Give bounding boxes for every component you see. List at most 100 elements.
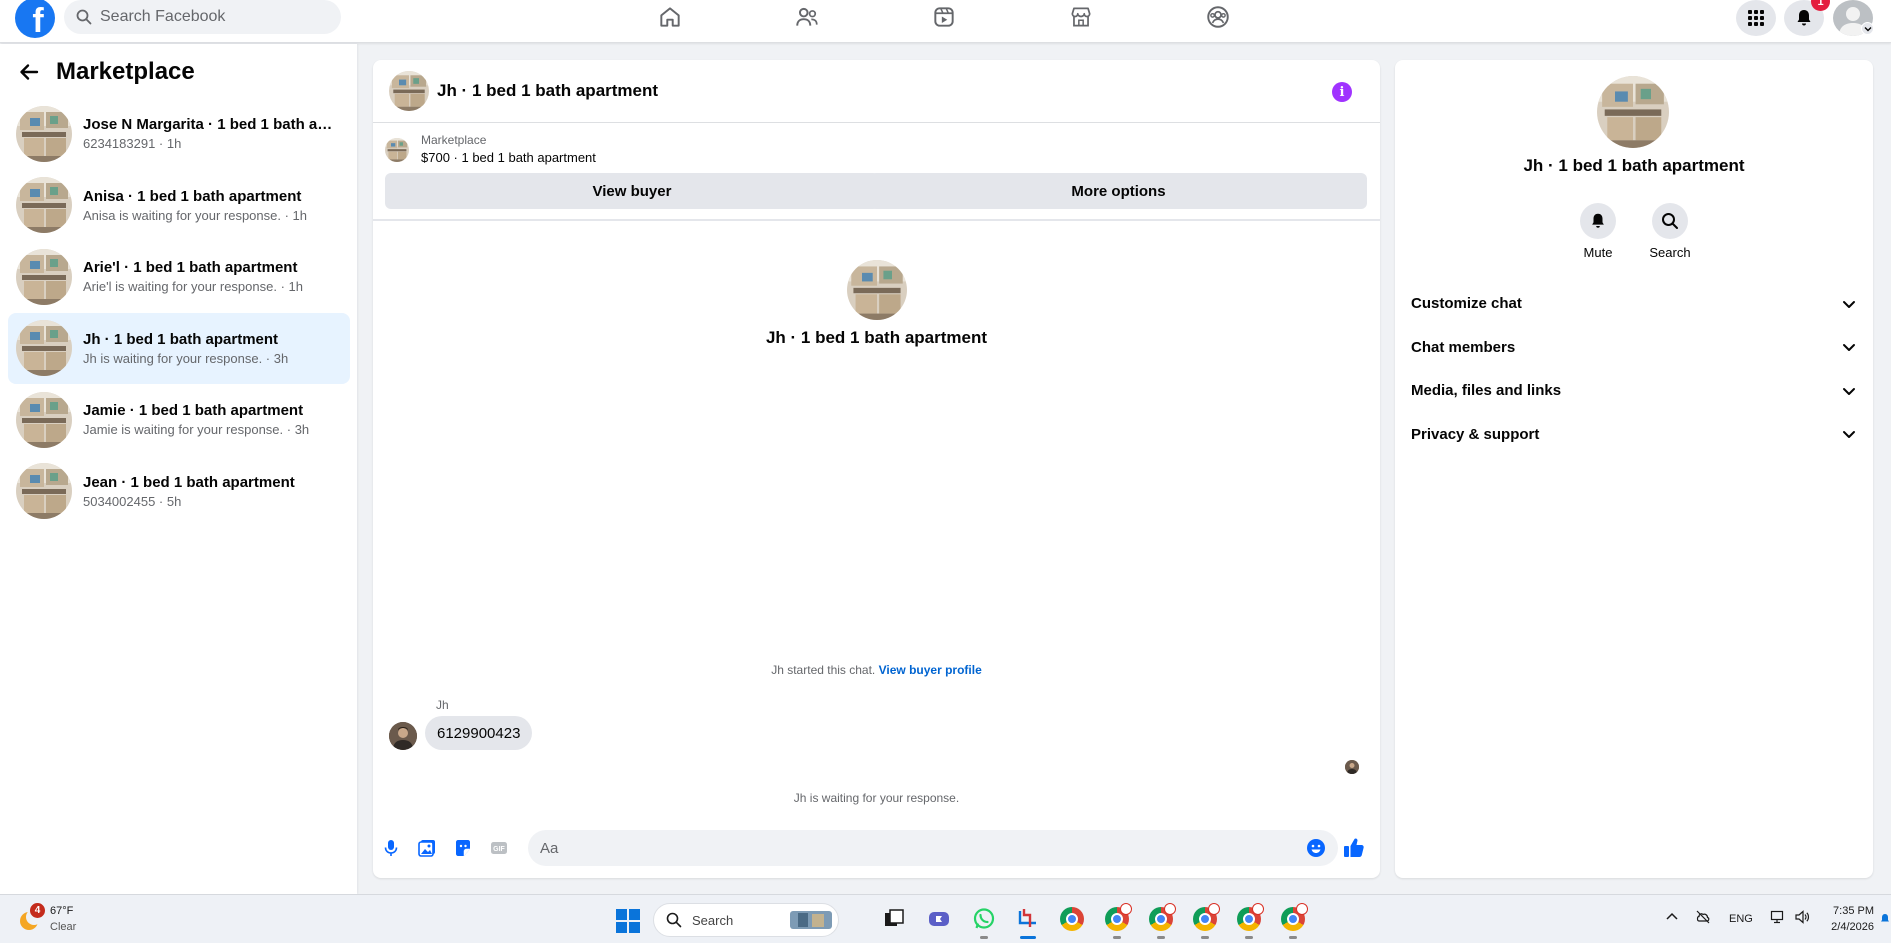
conversation-item[interactable]: Jamie · 1 bed 1 bath apartment Jamie is w… (8, 384, 350, 456)
taskbar-search[interactable]: Search (653, 903, 839, 937)
nav-groups-button[interactable] (1198, 0, 1238, 34)
chat-header-thumbnail[interactable] (389, 71, 429, 111)
section-label: Chat members (1411, 338, 1516, 356)
chrome-icon (1237, 903, 1264, 931)
search-icon (666, 912, 682, 928)
emoji-icon[interactable] (1306, 838, 1326, 858)
conversation-subtitle: Anisa is waiting for your response. · 1h (83, 207, 307, 223)
chrome-app-button[interactable] (1058, 905, 1086, 933)
message-bubble[interactable]: 6129900423 (425, 716, 533, 750)
chrome-profile-app-button[interactable] (1235, 903, 1264, 939)
sender-avatar[interactable] (389, 722, 417, 750)
svg-text:GIF: GIF (493, 846, 505, 853)
cloud-off-icon (1696, 910, 1710, 924)
chevron-down-icon (1843, 300, 1855, 308)
show-hidden-icons-button[interactable] (1664, 909, 1680, 928)
waiting-response-notice: Jh is waiting for your response. (793, 791, 960, 805)
menu-button[interactable] (1736, 0, 1776, 36)
notification-center-icon[interactable] (1880, 913, 1890, 925)
thumbs-up-icon[interactable] (1342, 836, 1366, 860)
conversation-item[interactable]: Anisa · 1 bed 1 bath apartment Anisa is w… (8, 170, 350, 242)
account-menu-chevron[interactable] (1861, 22, 1874, 35)
chrome-profile-app-button[interactable] (1191, 903, 1220, 939)
search-icon (76, 9, 92, 25)
sticker-button[interactable] (448, 830, 478, 866)
video-icon (934, 7, 954, 27)
chrome-profile-app-button[interactable] (1279, 903, 1308, 939)
back-arrow-icon[interactable] (18, 61, 40, 83)
chat-header: Jh · 1 bed 1 bath apartment i (373, 60, 1380, 123)
chrome-icon (1281, 903, 1308, 931)
more-options-button[interactable]: More options (870, 173, 1367, 209)
task-view-button[interactable] (880, 905, 908, 933)
chat-panel: Jh · 1 bed 1 bath apartment i Marketplac… (373, 60, 1380, 878)
search-in-conversation-action[interactable]: Search (1640, 203, 1700, 260)
nav-video-button[interactable] (924, 0, 964, 34)
listing-info[interactable]: Marketplace $700 · 1 bed 1 bath apartmen… (385, 133, 596, 165)
chat-members-section[interactable]: Chat members (1403, 326, 1865, 370)
privacy-support-section[interactable]: Privacy & support (1403, 413, 1865, 457)
snipping-tool-app-button[interactable] (1014, 905, 1042, 939)
language-indicator[interactable]: ENG (1729, 913, 1753, 925)
windows-taskbar: 4 67°F Clear Search ENG 7:35 PM 2/4/2026 (0, 894, 1891, 943)
weather-widget[interactable]: 4 67°F Clear (16, 903, 76, 935)
chrome-profile-app-button[interactable] (1103, 903, 1132, 939)
chrome-icon (1149, 903, 1176, 931)
gif-button[interactable]: GIF (484, 830, 514, 866)
conversation-title: Arie'l · 1 bed 1 bath apartment (83, 259, 298, 277)
customize-chat-section[interactable]: Customize chat (1403, 282, 1865, 326)
top-navigation-bar: f 1 (0, 0, 1891, 43)
marketplace-inbox-sidebar: Marketplace Jose N Margarita · 1 bed 1 b… (0, 44, 357, 894)
photo-icon (418, 840, 435, 857)
nav-home-button[interactable] (650, 0, 690, 34)
notifications-button[interactable]: 1 (1784, 0, 1830, 36)
monitor-network-icon (1770, 910, 1784, 924)
view-buyer-button[interactable]: View buyer (385, 173, 879, 209)
chevron-up-icon (1666, 912, 1678, 920)
snipping-tool-icon (1018, 909, 1036, 927)
whatsapp-app-button[interactable] (970, 905, 998, 939)
listing-banner: Marketplace $700 · 1 bed 1 bath apartmen… (373, 123, 1380, 221)
marketplace-icon (1071, 7, 1091, 27)
listing-thumbnail (16, 249, 72, 305)
sticker-icon (456, 840, 470, 856)
attach-photo-button[interactable] (412, 830, 442, 866)
chevron-down-icon (1843, 431, 1855, 439)
view-buyer-profile-link[interactable]: View buyer profile (879, 663, 982, 677)
speaker-icon (1795, 910, 1810, 924)
message-input[interactable] (528, 830, 1338, 866)
nav-marketplace-button[interactable] (1061, 0, 1101, 34)
windows-start-icon[interactable] (616, 909, 640, 933)
conversation-item[interactable]: Jose N Margarita · 1 bed 1 bath ap... 623… (8, 98, 350, 170)
conversation-item[interactable]: Arie'l · 1 bed 1 bath apartment Arie'l is… (8, 241, 350, 313)
teams-app-button[interactable] (925, 905, 953, 933)
conversation-subtitle: 6234183291 · 1h (83, 136, 182, 152)
volume-button[interactable] (1794, 909, 1810, 928)
chat-title[interactable]: Jh · 1 bed 1 bath apartment (437, 81, 658, 101)
chat-started-text: Jh started this chat. (771, 663, 876, 677)
mute-action[interactable]: Mute (1568, 203, 1628, 260)
facebook-search-input[interactable] (100, 8, 320, 26)
weather-moon-icon: 4 (16, 903, 45, 933)
chrome-profile-app-button[interactable] (1147, 903, 1176, 939)
facebook-search-box[interactable] (64, 0, 341, 34)
system-clock[interactable]: 7:35 PM 2/4/2026 (1818, 903, 1874, 935)
search-icon (1662, 213, 1678, 229)
onedrive-status-button[interactable] (1695, 909, 1711, 928)
conversation-title: Jean · 1 bed 1 bath apartment (83, 473, 295, 491)
network-status-button[interactable] (1770, 909, 1786, 928)
conversation-item[interactable]: Jean · 1 bed 1 bath apartment 5034002455 … (8, 456, 350, 528)
info-panel-avatar (1597, 76, 1669, 148)
nav-friends-button[interactable] (787, 0, 827, 34)
chrome-icon (1193, 903, 1220, 931)
whatsapp-icon (973, 908, 995, 929)
chrome-icon (1060, 907, 1084, 931)
media-files-links-section[interactable]: Media, files and links (1403, 369, 1865, 413)
conversation-item-active[interactable]: Jh · 1 bed 1 bath apartment Jh is waiting… (8, 312, 350, 384)
teams-icon (929, 912, 949, 926)
weather-condition: Clear (50, 921, 77, 933)
mute-label: Mute (1583, 245, 1613, 260)
voice-clip-button[interactable] (376, 830, 406, 866)
conversation-info-icon[interactable]: i (1332, 82, 1352, 102)
facebook-logo-icon[interactable]: f (15, 0, 55, 38)
